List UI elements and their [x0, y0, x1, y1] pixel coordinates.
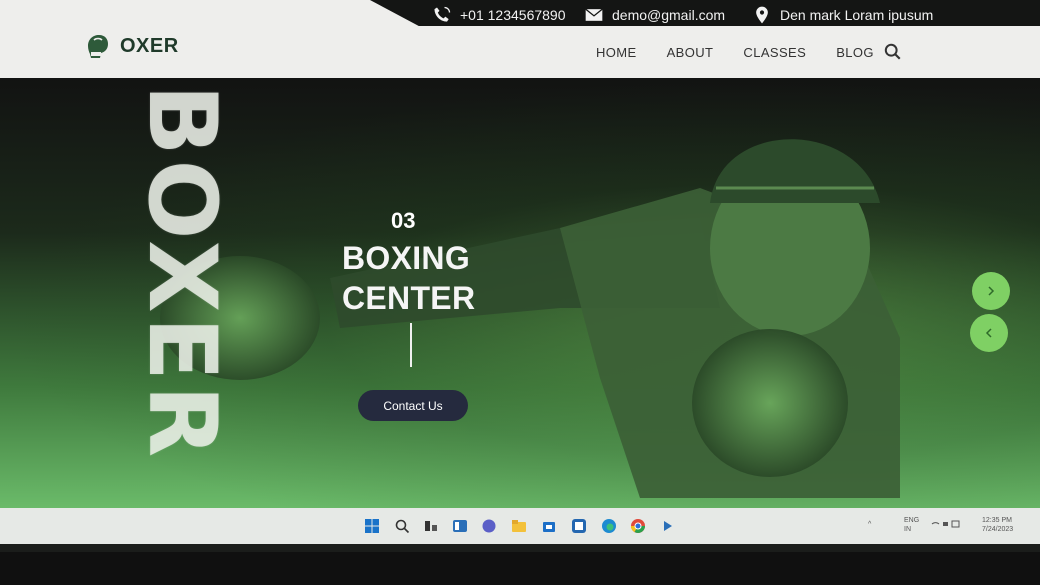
tray-chevron-icon[interactable]: ^ — [868, 520, 871, 529]
store-icon[interactable] — [541, 518, 557, 534]
site-logo[interactable]: OXER — [82, 30, 179, 62]
task-view-icon[interactable] — [423, 518, 439, 534]
monitor-screen: +01 1234567890 demo@gmail.com Den mark L… — [0, 0, 1040, 552]
chat-icon[interactable] — [481, 518, 497, 534]
hero-divider — [410, 323, 412, 367]
hero-title-line-1: BOXING — [342, 240, 471, 276]
phone-text: +01 1234567890 — [460, 7, 566, 23]
pinned-app-icon[interactable] — [660, 518, 676, 534]
main-nav: HOME ABOUT CLASSES BLOG — [596, 45, 874, 60]
region-code: IN — [904, 526, 911, 533]
hero-banner: BOXER 03 BOXING CENTER Contact Us — [0, 78, 1040, 520]
clock-date: 7/24/2023 — [982, 526, 1014, 533]
search-taskbar-icon[interactable] — [394, 518, 410, 534]
slider-prev-button[interactable] — [970, 314, 1008, 352]
chrome-icon[interactable] — [630, 518, 646, 534]
map-pin-icon — [756, 6, 768, 24]
nav-blog[interactable]: BLOG — [836, 45, 874, 60]
wifi-volume-battery-icons[interactable] — [930, 518, 960, 530]
site-header: OXER HOME ABOUT CLASSES BLOG — [0, 26, 1040, 78]
contact-us-button[interactable]: Contact Us — [358, 390, 468, 421]
nav-about[interactable]: ABOUT — [667, 45, 714, 60]
edge-icon[interactable] — [601, 518, 617, 534]
slide-number: 03 — [391, 208, 416, 233]
location-contact[interactable]: Den mark Loram ipusum — [752, 5, 933, 25]
boxing-glove-logo-icon — [88, 35, 108, 58]
email-contact[interactable]: demo@gmail.com — [584, 5, 725, 25]
hero-title: BOXING CENTER — [342, 238, 475, 318]
clock-time: 12:35 PM — [982, 517, 1012, 524]
windows-taskbar: ^ ENG IN 12:35 PM 7/24/2023 — [0, 508, 1040, 544]
phone-icon — [434, 6, 451, 22]
search-icon[interactable] — [884, 43, 902, 61]
widgets-icon[interactable] — [452, 518, 468, 534]
nav-home[interactable]: HOME — [596, 45, 637, 60]
file-explorer-icon[interactable] — [511, 518, 527, 534]
chevron-right-icon — [988, 286, 995, 296]
nav-classes[interactable]: CLASSES — [743, 45, 806, 60]
clock[interactable]: 12:35 PM 7/24/2023 — [982, 516, 1013, 534]
app-icon[interactable] — [571, 518, 587, 534]
email-text: demo@gmail.com — [612, 7, 726, 23]
boxer-vertical-text: BOXER — [127, 84, 236, 462]
phone-contact[interactable]: +01 1234567890 — [432, 5, 566, 25]
language-code: ENG — [904, 517, 920, 524]
mail-icon — [585, 8, 603, 21]
slider-next-button[interactable] — [972, 272, 1010, 310]
chevron-left-icon — [985, 328, 992, 338]
location-text: Den mark Loram ipusum — [780, 7, 934, 23]
logo-text: OXER — [120, 34, 179, 57]
language-indicator[interactable]: ENG IN — [904, 516, 919, 534]
hero-title-line-2: CENTER — [342, 280, 476, 316]
windows-start-icon[interactable] — [364, 518, 380, 534]
